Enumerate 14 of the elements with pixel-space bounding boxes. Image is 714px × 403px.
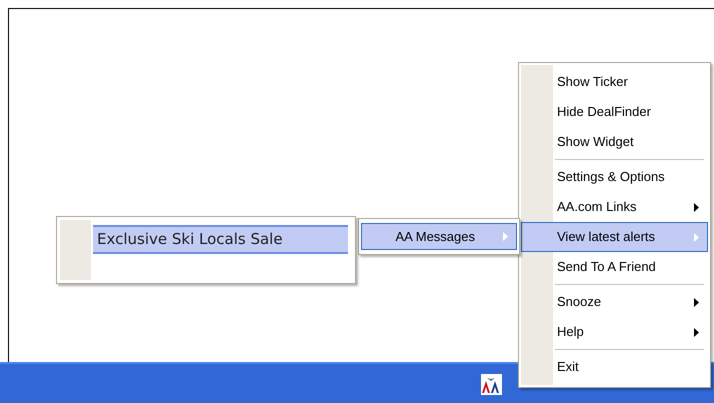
- menu-item[interactable]: Show Ticker: [553, 67, 708, 97]
- menu-item[interactable]: Settings & Options: [553, 162, 708, 192]
- menu-gutter: [60, 220, 91, 280]
- menu-item[interactable]: AA Messages: [361, 223, 517, 250]
- menu-item[interactable]: View latest alerts: [521, 222, 708, 252]
- menu-item[interactable]: Exclusive Ski Locals Sale: [93, 225, 348, 254]
- menu-item[interactable]: Hide DealFinder: [553, 97, 708, 127]
- menu-item[interactable]: Help: [553, 317, 708, 347]
- menu-item[interactable]: AA.com Links: [553, 192, 708, 222]
- menu-item[interactable]: Show Widget: [553, 127, 708, 157]
- logo-icon[interactable]: [481, 374, 502, 395]
- menu-item[interactable]: Snooze: [553, 287, 708, 317]
- menu-item[interactable]: Exit: [553, 352, 708, 382]
- menu-item[interactable]: Send To A Friend: [553, 252, 708, 282]
